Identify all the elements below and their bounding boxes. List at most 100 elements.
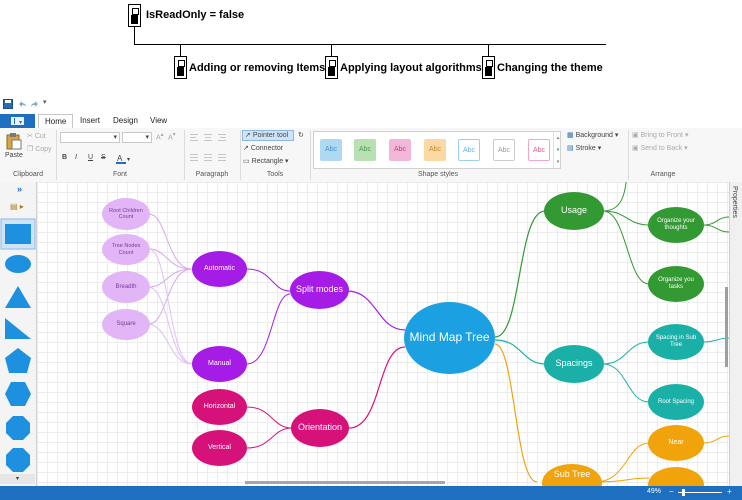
mindmap-node-near[interactable]: Near: [648, 425, 704, 461]
expand-toolbox-icon[interactable]: »: [17, 184, 22, 194]
tree-line: [331, 44, 332, 56]
copy-icon: ❐: [27, 146, 34, 153]
shape-styles-gallery: Abc Abc Abc Abc Abc Abc Abc ▴ ▾ ▾: [313, 131, 561, 169]
shape-style-7[interactable]: Abc: [528, 139, 550, 161]
shape-style-2[interactable]: Abc: [354, 139, 376, 161]
shape-style-5[interactable]: Abc: [458, 139, 480, 161]
redo-icon[interactable]: [30, 99, 40, 109]
zoom-in-button[interactable]: +: [727, 487, 732, 496]
tree-line: [180, 44, 181, 56]
gallery-scroll[interactable]: ▴ ▾ ▾: [553, 132, 562, 168]
toolbox-scroll-down[interactable]: ▾: [0, 474, 35, 484]
connector-button[interactable]: ↗ Connector: [243, 144, 283, 152]
shrink-font-button[interactable]: A▾: [168, 132, 176, 141]
pointer-tool-button[interactable]: ➚ Pointer tool: [242, 130, 294, 141]
mindmap-node-spacing-sub-tree[interactable]: Spacing in Sub Tree: [648, 324, 704, 360]
connector-icon: ↗: [243, 145, 249, 152]
shape-styles-group-label: Shape styles: [417, 171, 459, 178]
clipboard-group-label: Clipboard: [13, 171, 43, 178]
tab-design[interactable]: Design: [107, 114, 144, 128]
stroke-button[interactable]: ▤ Stroke ▾: [567, 144, 601, 152]
zoom-out-button[interactable]: −: [669, 487, 674, 496]
rotate-icon[interactable]: ↻: [298, 131, 304, 139]
tab-home[interactable]: Home: [38, 114, 74, 129]
mindmap-node-split-modes[interactable]: Split modes: [290, 271, 349, 309]
connector-label: Connector: [250, 145, 284, 152]
root-node-label: IsReadOnly = false: [146, 9, 245, 21]
paste-button[interactable]: Paste: [5, 152, 23, 159]
send-to-back-button[interactable]: ▣ Send to Back ▾: [632, 144, 688, 152]
properties-panel[interactable]: Properties: [729, 182, 742, 486]
mindmap-node-manual[interactable]: Manual: [192, 346, 247, 382]
copy-label: Copy: [35, 146, 52, 153]
child-node-icon: [482, 56, 495, 79]
font-size-dropdown[interactable]: ▾: [122, 132, 152, 143]
underline-button[interactable]: U: [88, 154, 93, 161]
properties-label: Properties: [731, 186, 738, 218]
root-node-icon: [128, 4, 141, 27]
diagram-canvas[interactable]: Mind Map Tree Split modes Automatic Manu…: [37, 182, 729, 486]
tab-view[interactable]: View: [144, 114, 173, 128]
font-color-button[interactable]: A ▾: [116, 153, 132, 167]
shape-style-6[interactable]: Abc: [493, 139, 515, 161]
mindmap-root-node[interactable]: Mind Map Tree: [404, 302, 495, 374]
child-node-label: Changing the theme: [497, 62, 603, 74]
mindmap-node-automatic[interactable]: Automatic: [192, 251, 247, 287]
mindmap-node-horizontal[interactable]: Horizontal: [192, 389, 247, 425]
file-tab[interactable]: ▾: [0, 114, 35, 128]
italic-button[interactable]: I: [75, 154, 77, 161]
mindmap-node-orientation[interactable]: Orientation: [291, 409, 349, 447]
mindmap-node-root-spacing[interactable]: Root Spacing: [648, 384, 704, 420]
bring-front-icon: ▣: [632, 132, 639, 139]
paragraph-align-icons[interactable]: [190, 134, 238, 164]
bring-to-front-button[interactable]: ▣ Bring to Front ▾: [632, 131, 688, 139]
zoom-slider[interactable]: [678, 489, 722, 496]
background-label: Background: [575, 132, 613, 139]
tree-line: [134, 27, 135, 44]
rectangle-icon: ▭: [243, 158, 250, 165]
mindmap-node-tree-nodes-count[interactable]: Tree Nodes Count: [102, 234, 150, 265]
strikethrough-button[interactable]: S: [101, 154, 106, 161]
bring-front-label: Bring to Front: [640, 132, 683, 139]
tools-group-label: Tools: [266, 171, 284, 178]
shape-style-1[interactable]: Abc: [320, 139, 342, 161]
font-family-dropdown[interactable]: ▾: [60, 132, 120, 143]
font-color-icon: A ▾: [116, 154, 130, 164]
customize-qat-icon[interactable]: ▾: [43, 98, 47, 106]
rectangle-button[interactable]: ▭ Rectangle ▾: [243, 157, 289, 165]
pointer-icon: ➚: [245, 132, 251, 139]
tab-insert[interactable]: Insert: [74, 114, 106, 128]
child-node-label: Applying layout algorithms: [340, 62, 482, 74]
mindmap-node-square[interactable]: Square: [102, 309, 150, 340]
send-back-label: Send to Back: [640, 145, 683, 152]
shape-style-3[interactable]: Abc: [389, 139, 411, 161]
mindmap-node-usage[interactable]: Usage: [544, 192, 604, 230]
cut-label: Cut: [34, 133, 46, 140]
mindmap-node-vertical[interactable]: Vertical: [192, 430, 247, 466]
pointer-tool-label: Pointer tool: [252, 132, 289, 139]
save-icon[interactable]: [3, 99, 13, 109]
background-button[interactable]: ▦ Background ▾: [567, 131, 618, 139]
undo-icon[interactable]: [17, 99, 27, 109]
mindmap-node-organize-tasks[interactable]: Organize you tasks: [648, 266, 704, 302]
shape-category-icon[interactable]: ▤ ▸: [10, 202, 24, 211]
mindmap-node-spacings[interactable]: Spacings: [544, 345, 604, 383]
mindmap-node-root-children-count[interactable]: Root Children Count: [102, 198, 150, 230]
shape-style-4[interactable]: Abc: [424, 139, 446, 161]
mindmap-node-breadth[interactable]: Breadth: [102, 271, 150, 303]
child-node-icon: [174, 56, 187, 79]
copy-button[interactable]: ❐ Copy: [27, 145, 52, 153]
child-node-label: Adding or removing Items: [189, 62, 326, 74]
bold-button[interactable]: B: [62, 154, 67, 161]
zoom-slider-thumb[interactable]: [682, 489, 685, 496]
paste-icon[interactable]: [6, 132, 22, 150]
arrange-group-label: Arrange: [650, 171, 676, 178]
pen-icon: ▤: [567, 145, 574, 152]
cut-button[interactable]: ✂ Cut: [27, 132, 46, 140]
zoom-level: 49%: [647, 488, 662, 495]
send-back-icon: ▣: [632, 145, 639, 152]
grow-font-button[interactable]: A▴: [156, 132, 164, 141]
mindmap-node-organize-thoughts[interactable]: Organize your thoughts: [648, 207, 704, 243]
paint-bucket-icon: ▦: [567, 132, 574, 139]
quick-access-toolbar: ▾: [0, 96, 742, 114]
